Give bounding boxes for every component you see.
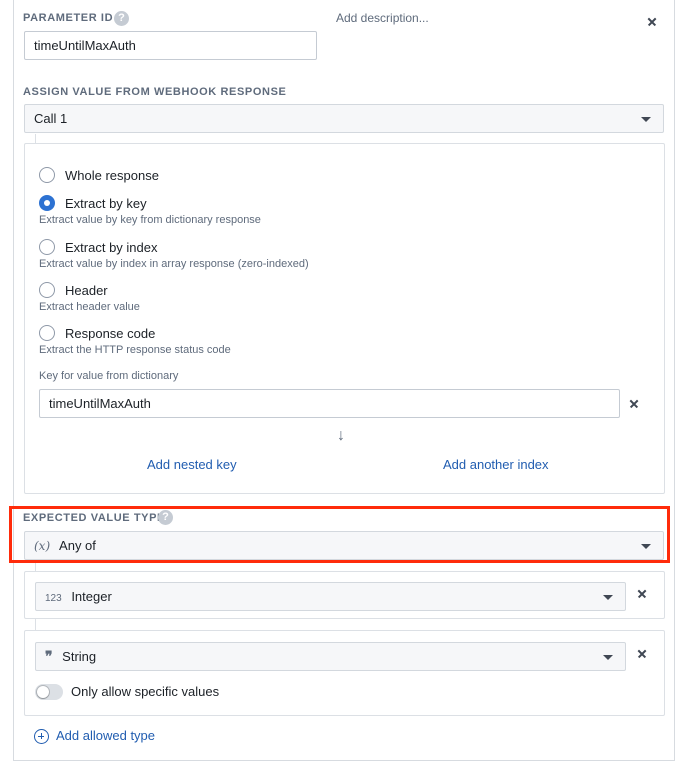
add-allowed-type-link[interactable]: Add allowed type [56, 728, 155, 743]
chevron-down-icon [603, 655, 613, 660]
radio-label: Whole response [65, 168, 159, 183]
allowed-type-panel: 123 Integer [24, 571, 665, 619]
add-another-index-link[interactable]: Add another index [443, 457, 549, 472]
radio-help-text: Extract value by index in array response… [39, 258, 309, 270]
allowed-type-select[interactable]: ❞ String [35, 642, 626, 671]
radio-label: Response code [65, 326, 156, 341]
radio-label: Extract by key [65, 196, 147, 211]
extraction-panel: Whole response Extract by key Extract va… [24, 143, 665, 494]
specific-values-label: Only allow specific values [71, 684, 220, 699]
key-field-label: Key for value from dictionary [39, 370, 179, 382]
add-description-field[interactable]: Add description... [336, 11, 429, 25]
toggle-knob [37, 686, 49, 698]
radio-header[interactable] [39, 282, 55, 298]
parameter-id-label: PARAMETER ID [23, 12, 114, 24]
webhook-call-select-value: Call 1 [34, 111, 68, 126]
quote-icon: ❞ [45, 649, 53, 665]
radio-help-text: Extract the HTTP response status code [39, 344, 231, 356]
allowed-type-panel: ❞ String Only allow specific values [24, 630, 665, 716]
specific-values-toggle[interactable] [35, 684, 63, 700]
add-nested-key-link[interactable]: Add nested key [147, 457, 237, 472]
integer-icon: 123 [45, 593, 62, 604]
dictionary-key-input[interactable]: timeUntilMaxAuth [39, 389, 620, 418]
assign-value-label: ASSIGN VALUE FROM WEBHOOK RESPONSE [23, 86, 287, 98]
allowed-type-select-value: Integer [71, 589, 112, 604]
radio-extract-by-index[interactable] [39, 239, 55, 255]
radio-extract-by-key[interactable] [39, 195, 55, 211]
add-circle-icon[interactable] [34, 729, 49, 744]
allowed-type-select-value: String [62, 649, 97, 664]
highlight-box [9, 506, 670, 563]
radio-help-text: Extract header value [39, 301, 140, 313]
webhook-call-select[interactable]: Call 1 [24, 104, 664, 133]
chevron-down-icon [641, 117, 651, 122]
radio-label: Header [65, 283, 108, 298]
allowed-type-select[interactable]: 123 Integer [35, 582, 626, 611]
parameter-id-help-icon[interactable]: ? [114, 11, 129, 26]
arrow-down-icon: ↓ [337, 427, 345, 444]
radio-label: Extract by index [65, 240, 158, 255]
radio-help-text: Extract value by key from dictionary res… [39, 214, 261, 226]
radio-whole-response[interactable] [39, 167, 55, 183]
parameter-id-input[interactable]: timeUntilMaxAuth [24, 31, 317, 60]
radio-response-code[interactable] [39, 325, 55, 341]
chevron-down-icon [603, 595, 613, 600]
